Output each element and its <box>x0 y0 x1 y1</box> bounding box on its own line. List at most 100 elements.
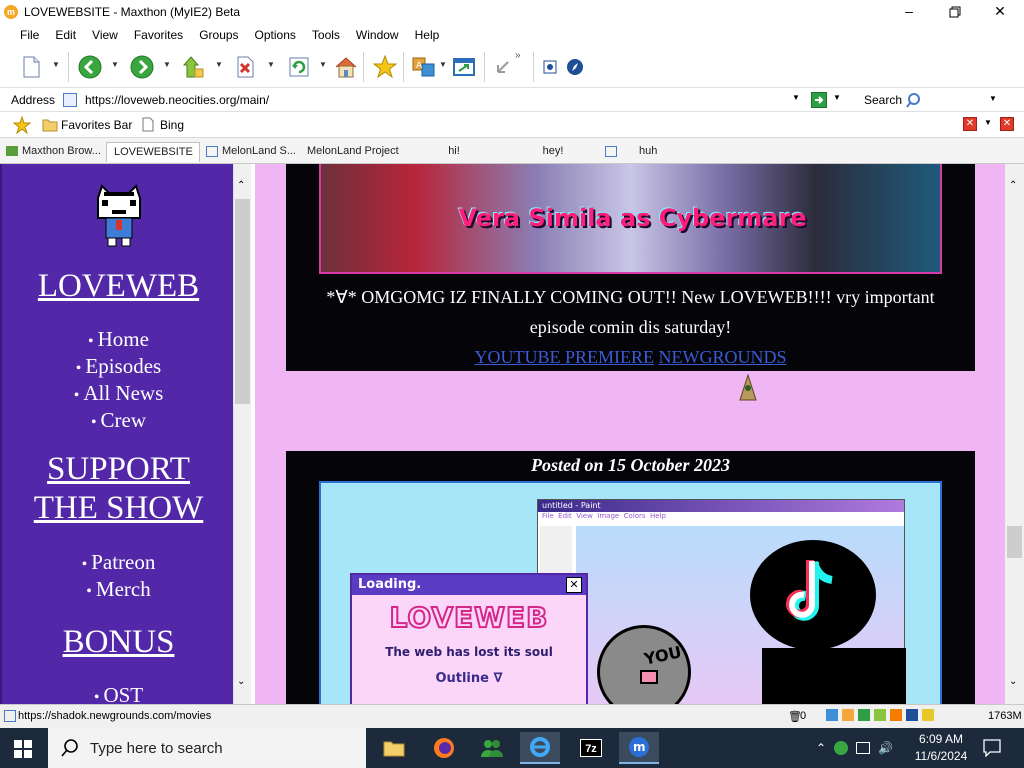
people-icon[interactable] <box>472 732 512 764</box>
popup-blocker-icon[interactable] <box>842 709 854 721</box>
favorites-star-icon[interactable] <box>372 54 398 80</box>
close-dropdown-icon[interactable]: ▼ <box>984 118 992 127</box>
sidebar-item-merch[interactable]: Merch <box>2 577 235 604</box>
back-icon[interactable] <box>77 54 103 80</box>
firefox-icon[interactable] <box>424 732 464 764</box>
home-icon[interactable] <box>333 54 359 80</box>
scroll-up-icon: ⌃ <box>237 180 246 191</box>
sidebar-item-home[interactable]: Home <box>2 327 235 354</box>
menu-window[interactable]: Window <box>348 28 407 42</box>
sidebar-item-crew[interactable]: Crew <box>2 408 235 435</box>
compass-icon[interactable] <box>564 54 586 80</box>
collapse-icon[interactable] <box>490 54 516 80</box>
options-icon[interactable] <box>540 54 560 80</box>
sidebar-item-episodes[interactable]: Episodes <box>2 354 235 381</box>
translate-dropdown-icon[interactable]: ▼ <box>439 60 447 69</box>
newgrounds-link[interactable]: NEWGROUNDS <box>659 347 787 367</box>
tab-huh[interactable]: huh <box>601 142 701 162</box>
sidebar-item-ost[interactable]: OST <box>2 683 235 704</box>
menu-view[interactable]: View <box>84 28 126 42</box>
flash-icon[interactable] <box>874 709 886 721</box>
address-dropdown-icon[interactable]: ▼ <box>792 93 800 102</box>
favorites-folder-label[interactable]: Favorites Bar <box>61 118 132 132</box>
bonus-heading[interactable]: BONUS <box>2 624 235 661</box>
network-icon[interactable] <box>856 742 871 754</box>
up-icon[interactable] <box>181 54 207 80</box>
close-all-icon[interactable]: ✕ <box>963 117 977 131</box>
go-dropdown-icon[interactable]: ▼ <box>833 93 841 102</box>
search-label: Search <box>864 93 903 107</box>
back-dropdown-icon[interactable]: ▼ <box>111 60 119 69</box>
menu-favorites[interactable]: Favorites <box>126 28 191 42</box>
search-input[interactable]: ▼ <box>903 90 1001 110</box>
volume-icon[interactable]: 🔊 <box>878 741 893 755</box>
tab-lovewebsite[interactable]: LOVEWEBSITE <box>106 142 200 162</box>
search-dropdown-icon[interactable]: ▼ <box>989 94 997 103</box>
menu-groups[interactable]: Groups <box>191 28 246 42</box>
clock[interactable]: 6:09 AM 11/6/2024 <box>908 731 974 765</box>
translate-icon[interactable]: A <box>411 54 437 80</box>
7zip-icon[interactable]: 7z <box>571 732 611 764</box>
loading-close-button[interactable]: ✕ <box>566 577 582 593</box>
internet-explorer-icon[interactable] <box>520 732 560 764</box>
tab-maxthon[interactable]: Maxthon Brow... <box>2 142 104 162</box>
tab-hi[interactable]: hi! <box>403 142 501 162</box>
address-input[interactable]: https://loveweb.neocities.org/main/ <box>60 90 805 110</box>
toolbar-overflow-icon[interactable]: » <box>515 50 521 61</box>
memory-readout: 1763M <box>988 710 1022 722</box>
taskbar-search[interactable]: Type here to search <box>48 728 366 768</box>
tray-people-icon[interactable] <box>834 741 849 755</box>
post-october: Posted on 15 October 2023 untitled - Pai… <box>286 451 975 704</box>
forward-icon[interactable] <box>129 54 155 80</box>
file-explorer-icon[interactable] <box>374 732 414 764</box>
page-scroll-thumb[interactable] <box>1007 526 1022 558</box>
paint-menu-edit: Edit <box>558 512 572 520</box>
menu-tools[interactable]: Tools <box>304 28 348 42</box>
tray-chevron-icon[interactable]: ⌃ <box>816 741 826 755</box>
tab-melonland-project[interactable]: MelonLand Project <box>303 142 403 162</box>
proxy-icon[interactable] <box>906 709 918 721</box>
new-page-icon[interactable] <box>18 54 44 80</box>
refresh-dropdown-icon[interactable]: ▼ <box>319 60 327 69</box>
maxthon-icon[interactable]: m <box>619 732 659 764</box>
close-button[interactable]: ✕ <box>977 0 1023 24</box>
menu-options[interactable]: Options <box>247 28 304 42</box>
favorites-star-icon[interactable] <box>13 116 31 134</box>
tab-melonland-s[interactable]: MelonLand S... <box>202 142 300 162</box>
new-dropdown-icon[interactable]: ▼ <box>52 60 60 69</box>
forward-dropdown-icon[interactable]: ▼ <box>163 60 171 69</box>
lock-icon[interactable] <box>922 709 934 721</box>
page-scrollbar[interactable]: ⌃ ⌄ <box>1005 164 1024 704</box>
sidebar-title[interactable]: LOVEWEB <box>2 268 235 305</box>
menu-file[interactable]: File <box>12 28 47 42</box>
close-tab-icon[interactable]: ✕ <box>1000 117 1014 131</box>
sidebar-scrollbar[interactable]: ⌃ ⌄ <box>233 164 251 704</box>
taskbar-search-placeholder[interactable]: Type here to search <box>90 740 223 757</box>
sidebar-scroll-thumb[interactable] <box>235 199 250 404</box>
sidebar-item-patreon[interactable]: Patreon <box>2 550 235 577</box>
address-bar: Address https://loveweb.neocities.org/ma… <box>0 88 1024 112</box>
up-dropdown-icon[interactable]: ▼ <box>215 60 223 69</box>
go-icon[interactable] <box>811 92 827 108</box>
notification-icon[interactable] <box>983 739 1001 760</box>
menu-edit[interactable]: Edit <box>47 28 84 42</box>
download-icon[interactable] <box>826 709 838 721</box>
menu-help[interactable]: Help <box>407 28 448 42</box>
maximize-button[interactable] <box>932 0 978 24</box>
rss-icon[interactable] <box>890 709 902 721</box>
support-heading-line2[interactable]: THE SHOW <box>2 490 235 527</box>
stop-dropdown-icon[interactable]: ▼ <box>267 60 275 69</box>
minimize-button[interactable]: – <box>886 0 932 24</box>
ad-hunter-icon[interactable] <box>858 709 870 721</box>
refresh-icon[interactable] <box>286 54 312 80</box>
sidebar-item-all-news[interactable]: All News <box>2 381 235 408</box>
support-heading-line1[interactable]: SUPPORT <box>2 451 235 488</box>
maximize-window-icon[interactable] <box>451 54 477 80</box>
address-url[interactable]: https://loveweb.neocities.org/main/ <box>85 93 269 107</box>
favorites-bing[interactable]: Bing <box>160 118 184 132</box>
status-count: 0 <box>800 710 807 722</box>
youtube-premiere-link[interactable]: YOUTUBE PREMIERE <box>475 347 655 367</box>
stop-icon[interactable] <box>233 54 259 80</box>
windows-start-icon[interactable] <box>14 740 32 761</box>
tab-hey[interactable]: hey! <box>501 142 601 162</box>
